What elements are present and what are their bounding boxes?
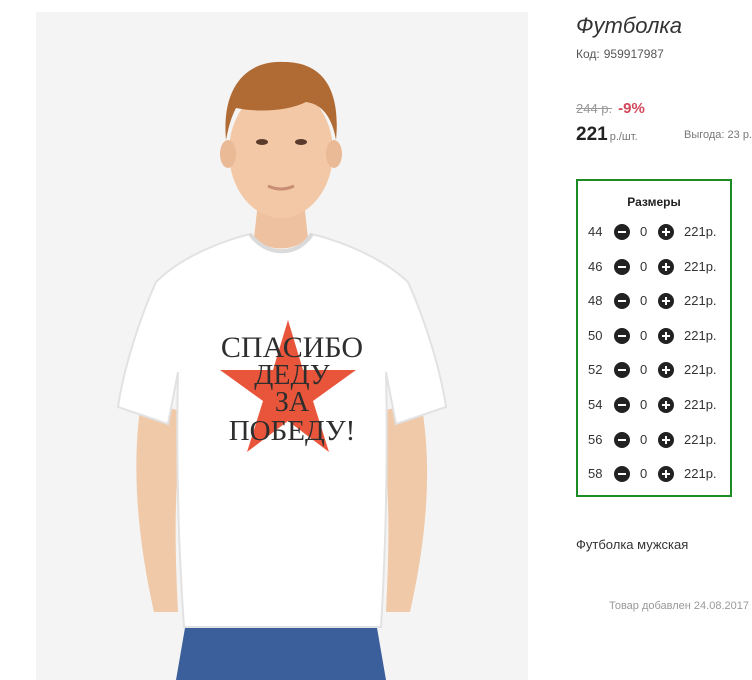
product-photo[interactable]: СПАСИБО ДЕДУ ЗА ПОБЕДУ! [36, 12, 528, 680]
savings-label: Выгода: [683, 129, 725, 141]
size-row-46: 46 0 221р. [578, 257, 730, 277]
size-label: 48 [588, 293, 603, 309]
decrease-qty-button[interactable] [614, 258, 630, 275]
decrease-qty-button[interactable] [614, 397, 630, 413]
size-price: 221р. [684, 293, 717, 309]
size-label: 46 [588, 258, 603, 274]
shirt-print-line-4: ПОБЕДУ! [229, 415, 356, 447]
old-price-row: 244 р. -9% [576, 100, 645, 117]
sizes-panel: Размеры 44 0 221р. 46 0 221р. 48 0 221р. 50 0 221р.… [576, 179, 732, 497]
quantity-value: 0 [640, 466, 648, 482]
size-row-44: 44 0 221р. [578, 222, 730, 242]
increase-qty-button[interactable] [658, 327, 674, 344]
decrease-qty-button[interactable] [614, 362, 630, 379]
sizes-title: Размеры [627, 195, 681, 209]
size-price: 221р. [684, 327, 717, 343]
savings: Выгода: 23 р. [684, 129, 752, 141]
size-row-50: 50 0 221р. [578, 326, 730, 346]
current-price: 221 [576, 124, 608, 145]
decrease-qty-button[interactable] [614, 293, 630, 310]
quantity-value: 0 [640, 362, 648, 378]
size-price: 221р. [684, 397, 717, 412]
quantity-value: 0 [640, 431, 648, 447]
size-price: 221р. [684, 258, 717, 274]
tshirt-model-image: СПАСИБО ДЕДУ ЗА ПОБЕДУ! [36, 12, 528, 680]
quantity-value: 0 [640, 327, 648, 343]
size-price: 221р. [684, 362, 717, 378]
quantity-value: 0 [640, 258, 648, 274]
decrease-qty-button[interactable] [614, 224, 630, 240]
size-row-52: 52 0 221р. [578, 360, 730, 380]
product-code-label: Код: [576, 47, 600, 61]
decrease-qty-button[interactable] [614, 431, 630, 448]
price-unit: р./шт. [609, 131, 638, 143]
increase-qty-button[interactable] [658, 397, 674, 413]
size-row-48: 48 0 221р. [578, 291, 730, 311]
decrease-qty-button[interactable] [614, 466, 630, 483]
added-date: Товар добавлен 24.08.2017 [608, 600, 749, 612]
increase-qty-button[interactable] [658, 258, 674, 275]
size-row-54: 54 0 221р. [578, 395, 730, 415]
size-label: 56 [588, 431, 603, 447]
shirt-print-line-3: ЗА [275, 387, 310, 418]
increase-qty-button[interactable] [658, 431, 674, 448]
size-price: 221р. [684, 466, 717, 482]
increase-qty-button[interactable] [658, 224, 674, 240]
quantity-value: 0 [640, 224, 648, 239]
old-price: 244 р. [576, 101, 613, 116]
discount-badge: -9% [618, 100, 645, 117]
size-price: 221р. [684, 431, 717, 447]
increase-qty-button[interactable] [658, 362, 674, 379]
size-label: 50 [588, 327, 603, 343]
quantity-value: 0 [640, 293, 648, 309]
product-code-value: 959917987 [603, 47, 664, 61]
size-label: 44 [588, 224, 603, 239]
size-label: 54 [588, 397, 603, 412]
size-label: 58 [588, 466, 603, 482]
decrease-qty-button[interactable] [614, 327, 630, 344]
increase-qty-button[interactable] [658, 293, 674, 310]
savings-value: 23 р. [727, 129, 752, 141]
quantity-value: 0 [640, 397, 648, 412]
product-code: Код: 959917987 [576, 47, 664, 61]
price-row: 221 р./шт. Выгода: 23 р. [576, 124, 752, 146]
increase-qty-button[interactable] [658, 466, 674, 483]
size-label: 52 [588, 362, 603, 378]
product-title: Футболка [576, 13, 682, 38]
size-row-58: 58 0 221р. [578, 464, 730, 484]
product-description: Футболка мужская [576, 537, 689, 552]
size-price: 221р. [684, 224, 717, 239]
size-row-56: 56 0 221р. [578, 430, 730, 450]
